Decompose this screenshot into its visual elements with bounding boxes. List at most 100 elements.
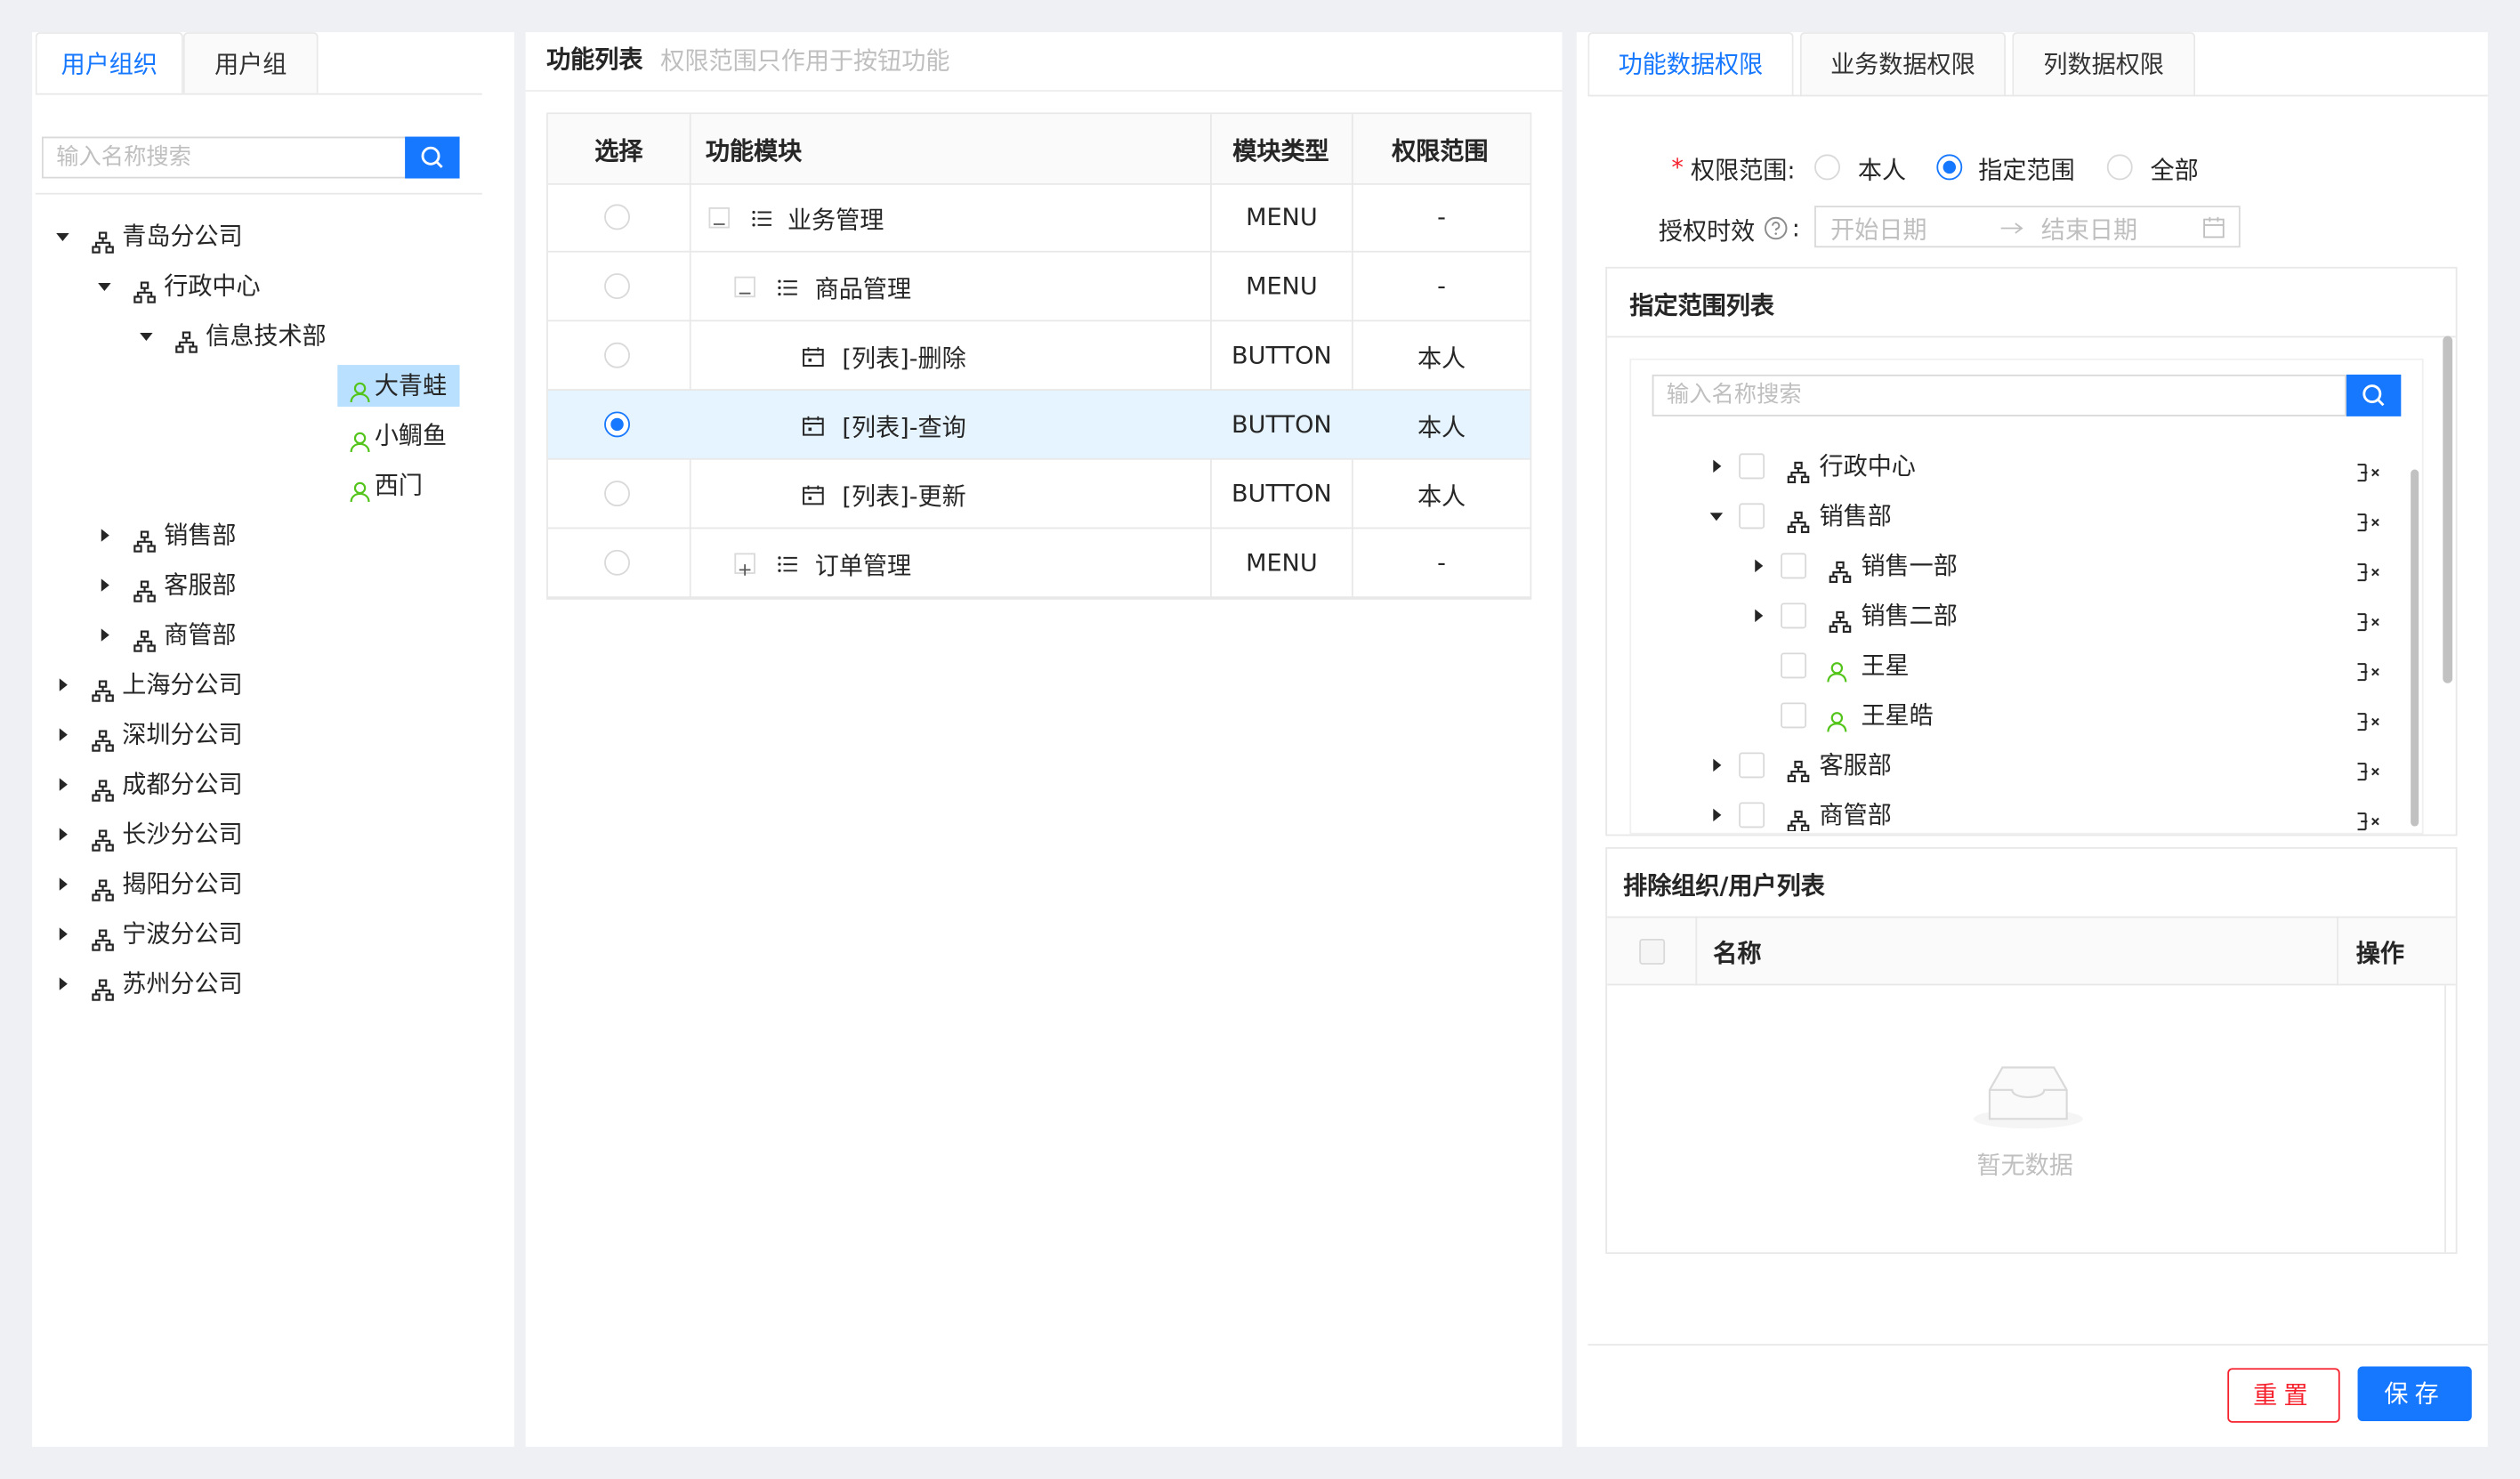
table-row[interactable]: [列表]-删除 BUTTON 本人: [547, 321, 1531, 391]
caret-right-icon[interactable]: [59, 678, 68, 691]
org-icon: [92, 674, 114, 702]
row-select-radio[interactable]: [604, 481, 630, 507]
exclude-icon[interactable]: [2356, 505, 2382, 532]
tab-business-data[interactable]: 业务数据权限: [1799, 32, 2007, 97]
collapse-icon[interactable]: [708, 207, 730, 229]
save-button[interactable]: 保存: [2357, 1366, 2472, 1421]
tree-node[interactable]: 揭阳分公司: [54, 863, 449, 905]
help-circle-icon[interactable]: [1763, 215, 1789, 241]
tree-node[interactable]: 西门: [180, 465, 449, 506]
range-node-label: 销售一部: [1861, 551, 1958, 581]
caret-right-icon[interactable]: [59, 828, 68, 841]
exclude-icon[interactable]: [2356, 604, 2382, 632]
row-select-radio[interactable]: [604, 204, 630, 230]
row-select-radio[interactable]: [604, 273, 630, 300]
expand-icon[interactable]: [734, 553, 755, 576]
exclude-icon[interactable]: [2356, 654, 2382, 682]
tree-node[interactable]: 宁波分公司: [54, 913, 449, 955]
exclude-icon[interactable]: [2356, 804, 2382, 831]
row-select-radio[interactable]: [604, 342, 630, 368]
caret-right-icon[interactable]: [101, 578, 109, 592]
tree-node[interactable]: 长沙分公司: [54, 813, 449, 855]
org-search-button[interactable]: [405, 136, 460, 179]
collapse-icon[interactable]: [734, 276, 755, 298]
caret-right-icon[interactable]: [101, 628, 109, 642]
scope-radio-specified[interactable]: [1936, 154, 1963, 181]
range-tree-node[interactable]: 行政中心: [1710, 445, 2395, 487]
row-select-radio[interactable]: [604, 549, 630, 576]
table-row[interactable]: [列表]-更新 BUTTON 本人: [547, 460, 1531, 529]
tree-node[interactable]: 青岛分公司: [54, 215, 449, 257]
tree-node[interactable]: 大青蛙: [180, 365, 460, 408]
scope-radio-all[interactable]: [2106, 154, 2133, 181]
tree-node[interactable]: 信息技术部: [138, 315, 449, 357]
node-checkbox[interactable]: [1781, 702, 1807, 729]
caret-right-icon[interactable]: [101, 529, 109, 542]
node-checkbox[interactable]: [1781, 553, 1807, 579]
node-checkbox[interactable]: [1781, 652, 1807, 679]
node-checkbox[interactable]: [1739, 802, 1765, 828]
function-name: 业务管理: [787, 206, 884, 235]
table-row[interactable]: [列表]-查询 BUTTON 本人: [547, 390, 1531, 460]
tree-node[interactable]: 苏州分公司: [54, 963, 449, 1005]
tab-function-data[interactable]: 功能数据权限: [1587, 32, 1794, 97]
org-search-input[interactable]: 输入名称搜索: [41, 136, 407, 179]
caret-down-icon[interactable]: [1709, 513, 1724, 521]
table-row[interactable]: 业务管理 MENU -: [547, 183, 1531, 253]
tree-node[interactable]: 销售部: [96, 514, 449, 556]
range-tree-node[interactable]: 商管部: [1710, 794, 2395, 831]
reset-button[interactable]: 重置: [2227, 1368, 2340, 1423]
exclude-icon[interactable]: [2356, 754, 2382, 781]
required-mark: *: [1671, 152, 1684, 182]
caret-right-icon[interactable]: [59, 927, 68, 941]
exclude-icon[interactable]: [2356, 554, 2382, 582]
range-tree-node[interactable]: 销售一部: [1752, 545, 2395, 586]
caret-right-icon[interactable]: [1755, 559, 1764, 573]
search-icon: [421, 146, 443, 168]
tree-node[interactable]: 深圳分公司: [54, 714, 449, 756]
node-checkbox[interactable]: [1739, 503, 1765, 529]
range-tree-node[interactable]: 销售部: [1709, 495, 2395, 537]
tree-node[interactable]: 成都分公司: [54, 764, 449, 805]
caret-down-icon[interactable]: [140, 332, 153, 341]
exclude-icon[interactable]: [2356, 455, 2382, 482]
caret-right-icon[interactable]: [1713, 808, 1722, 822]
tree-node[interactable]: 小鲷鱼: [180, 415, 449, 457]
range-tree-node[interactable]: 销售二部: [1752, 594, 2395, 636]
node-checkbox[interactable]: [1739, 453, 1765, 480]
exclude-icon[interactable]: [2356, 704, 2382, 731]
caret-right-icon[interactable]: [1755, 609, 1764, 623]
tree-node[interactable]: 商管部: [96, 614, 449, 656]
start-date-input[interactable]: 开始日期: [1830, 212, 1926, 246]
range-tree-node[interactable]: 王星皓: [1752, 694, 2395, 736]
module-type: BUTTON: [1232, 409, 1332, 440]
caret-right-icon[interactable]: [1713, 459, 1722, 473]
caret-right-icon[interactable]: [59, 977, 68, 990]
scope-radio-self[interactable]: [1814, 154, 1840, 181]
tab-user-org[interactable]: 用户组织: [35, 32, 183, 93]
tree-node[interactable]: 客服部: [96, 564, 449, 606]
tab-column-data[interactable]: 列数据权限: [2012, 32, 2196, 97]
row-select-radio[interactable]: [604, 411, 630, 438]
permission-scope: -: [1437, 548, 1446, 578]
end-date-input[interactable]: 结束日期: [2041, 212, 2137, 246]
caret-down-icon[interactable]: [98, 282, 111, 291]
date-range-picker[interactable]: 开始日期 结束日期: [1814, 206, 2241, 248]
select-all-checkbox[interactable]: [1639, 938, 1666, 965]
tree-node[interactable]: 上海分公司: [54, 664, 449, 706]
tab-user-group[interactable]: 用户组: [182, 32, 319, 93]
caret-right-icon[interactable]: [59, 728, 68, 741]
table-row[interactable]: 商品管理 MENU -: [547, 253, 1531, 322]
caret-down-icon[interactable]: [56, 232, 69, 241]
node-checkbox[interactable]: [1781, 602, 1807, 629]
footer-divider: [1587, 1344, 2488, 1346]
caret-right-icon[interactable]: [59, 778, 68, 791]
range-tree-node[interactable]: 王星: [1752, 644, 2395, 686]
tree-node[interactable]: 行政中心: [96, 265, 449, 307]
left-gutter: [0, 0, 33, 1479]
caret-right-icon[interactable]: [59, 877, 68, 891]
range-tree-node[interactable]: 客服部: [1710, 744, 2395, 786]
node-checkbox[interactable]: [1739, 752, 1765, 779]
table-row[interactable]: 订单管理 MENU -: [547, 529, 1531, 599]
caret-right-icon[interactable]: [1713, 758, 1722, 772]
